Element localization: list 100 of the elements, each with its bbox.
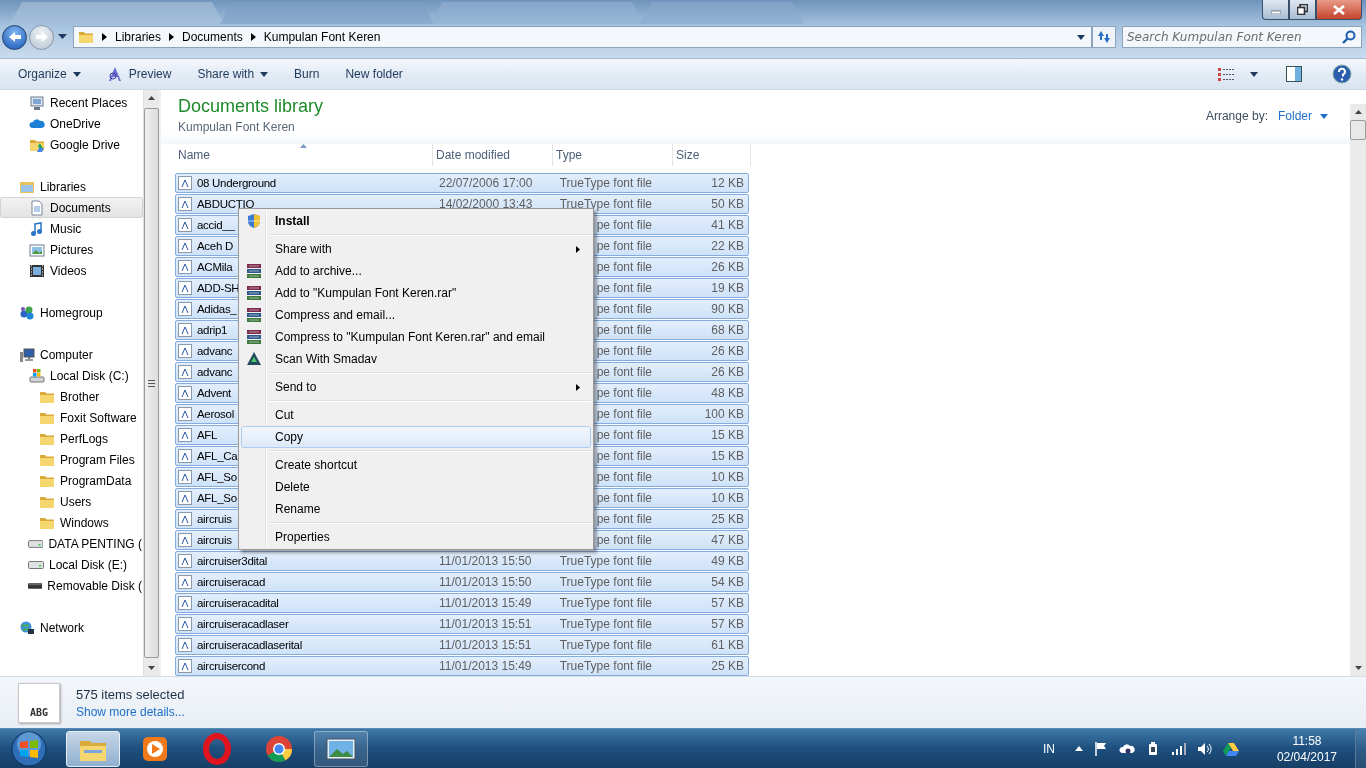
nav-item[interactable]: Documents (0, 197, 143, 218)
file-size: 15 KB (711, 428, 744, 442)
nav-item[interactable]: Removable Disk ( (0, 575, 143, 596)
caret-icon (58, 34, 67, 40)
menu-item[interactable]: Rename (241, 498, 591, 520)
scrollbar-thumb[interactable] (1350, 120, 1366, 140)
menu-item[interactable]: Create shortcut (241, 454, 591, 476)
address-field[interactable]: Libraries Documents Kumpulan Font Keren (73, 26, 1092, 48)
breadcrumb[interactable]: Kumpulan Font Keren (263, 30, 381, 44)
film-icon (29, 262, 45, 279)
file-size: 19 KB (711, 281, 744, 295)
nav-item[interactable]: Recent Places (0, 92, 143, 113)
book-stack-icon (246, 285, 262, 301)
submenu-arrow-icon (576, 384, 580, 391)
file-row[interactable]: aircruiseracadlaser 11/01/2013 15:51 TrueType font file 57 KB (175, 614, 749, 634)
file-name: AFL (197, 429, 218, 441)
file-row[interactable]: aircruiseracadlaserital 11/01/2013 15:51 TrueType font file 61 KB (175, 635, 749, 655)
ring-icon (201, 732, 233, 765)
menu-item[interactable]: Compress to "Kumpulan Font Keren.rar" and email (241, 326, 591, 348)
file-row[interactable]: aircruiser3dital 11/01/2013 15:50 TrueType font file 49 KB (175, 551, 749, 571)
file-row[interactable]: aircruisercond 11/01/2013 15:49 TrueType font file 25 KB (175, 656, 749, 676)
close-button[interactable] (1316, 0, 1362, 20)
toolbar-button[interactable]: Organize (8, 62, 91, 86)
menu-item[interactable]: Cut (241, 404, 591, 426)
menu-item[interactable]: Properties (241, 526, 591, 548)
breadcrumb[interactable]: Libraries (115, 30, 162, 44)
menu-item[interactable]: Copy (241, 426, 591, 448)
nav-item[interactable]: Users (0, 491, 143, 512)
file-row[interactable]: aircruiseracadital 11/01/2013 15:49 TrueType font file 57 KB (175, 593, 749, 613)
menu-item[interactable]: Share with (241, 238, 591, 260)
refresh-button[interactable] (1092, 26, 1116, 48)
up-arrow-icon (1354, 110, 1362, 114)
nav-item[interactable]: Libraries (0, 176, 143, 197)
file-size: 57 KB (711, 596, 744, 610)
file-type: TrueType font file (559, 554, 652, 568)
minimize-button[interactable] (1262, 0, 1289, 20)
preview-button[interactable]: Preview (96, 62, 182, 86)
font-file-icon (178, 218, 192, 232)
nav-item[interactable]: Videos (0, 260, 143, 281)
book-stack-icon (246, 263, 262, 279)
toolbar-button[interactable]: Burn (284, 62, 330, 86)
toolbar-button[interactable]: Share with (187, 62, 279, 86)
show-hidden-icons-button[interactable] (1072, 746, 1085, 751)
arrange-dropdown[interactable]: Folder (1278, 109, 1328, 123)
file-type: pe font file (596, 344, 652, 358)
font-file-icon (178, 386, 192, 400)
show-more-details-link[interactable]: Show more details... (76, 704, 185, 719)
language-indicator[interactable]: IN (1040, 741, 1057, 756)
menu-item[interactable]: Send to (241, 376, 591, 398)
column-header[interactable]: Size (673, 144, 751, 166)
nav-item[interactable]: Brother (0, 386, 143, 407)
nav-item[interactable]: Program Files (0, 449, 143, 470)
drive-triangle-button[interactable] (1220, 740, 1241, 757)
nav-item[interactable]: PerfLogs (0, 428, 143, 449)
nav-item[interactable]: Foxit Software (0, 407, 143, 428)
nav-item[interactable]: OneDrive (0, 113, 143, 134)
file-row[interactable]: 08 Underground 22/07/2006 17:00 TrueType font file 12 KB (175, 173, 749, 193)
font-file-icon (178, 596, 192, 610)
nav-item[interactable]: Computer (0, 344, 143, 365)
forward-arrow-icon (34, 31, 49, 43)
file-name: ABDUCTIO (197, 198, 255, 210)
file-size: 25 KB (711, 512, 744, 526)
file-row[interactable]: aircruiseracad 11/01/2013 15:50 TrueType font file 54 KB (175, 572, 749, 592)
font-file-icon (178, 512, 192, 526)
nav-item[interactable]: DATA PENTING ( (0, 533, 143, 554)
file-name: advanc (197, 366, 233, 378)
scrollbar-thumb[interactable] (144, 108, 159, 658)
menu-item[interactable]: Add to "Kumpulan Font Keren.rar" (241, 282, 591, 304)
nav-item[interactable]: Music (0, 218, 143, 239)
nav-item[interactable]: Network (0, 617, 143, 638)
nav-item[interactable]: ProgramData (0, 470, 143, 491)
file-size: 48 KB (711, 386, 744, 400)
address-dropdown-button[interactable] (1075, 34, 1087, 40)
menu-item[interactable]: Compress and email... (241, 304, 591, 326)
nav-item[interactable]: Google Drive (0, 134, 143, 155)
column-header[interactable]: Name (175, 144, 433, 166)
maximize-button[interactable] (1289, 0, 1316, 20)
nav-item[interactable]: Local Disk (E:) (0, 554, 143, 575)
search-icon[interactable] (1342, 30, 1356, 44)
drive-triangle-icon (1222, 740, 1239, 757)
column-header[interactable]: Date modified (433, 144, 553, 166)
menu-item[interactable]: Add to archive... (241, 260, 591, 282)
date-modified: 11/01/2013 15:50 (439, 575, 532, 589)
search-field[interactable]: Search Kumpulan Font Keren (1122, 26, 1362, 48)
nav-item[interactable]: Windows (0, 512, 143, 533)
nav-item[interactable]: Local Disk (C:) (0, 365, 143, 386)
start-button[interactable] (8, 729, 50, 768)
computer-icon (19, 346, 35, 363)
file-name: aircruis (197, 513, 232, 525)
file-type: pe font file (596, 491, 652, 505)
nav-item[interactable]: Pictures (0, 239, 143, 260)
menu-item[interactable]: Delete (241, 476, 591, 498)
menu-item[interactable]: Scan With Smadav (241, 348, 591, 370)
nav-item[interactable]: Homegroup (0, 302, 143, 323)
recent-pages-button[interactable] (56, 34, 69, 40)
breadcrumb[interactable]: Documents (182, 30, 243, 44)
column-header[interactable]: Type (553, 144, 673, 166)
toolbar-button[interactable]: New folder (335, 62, 413, 86)
file-name: aircruiser3dital (197, 555, 267, 567)
back-button[interactable] (2, 24, 27, 50)
